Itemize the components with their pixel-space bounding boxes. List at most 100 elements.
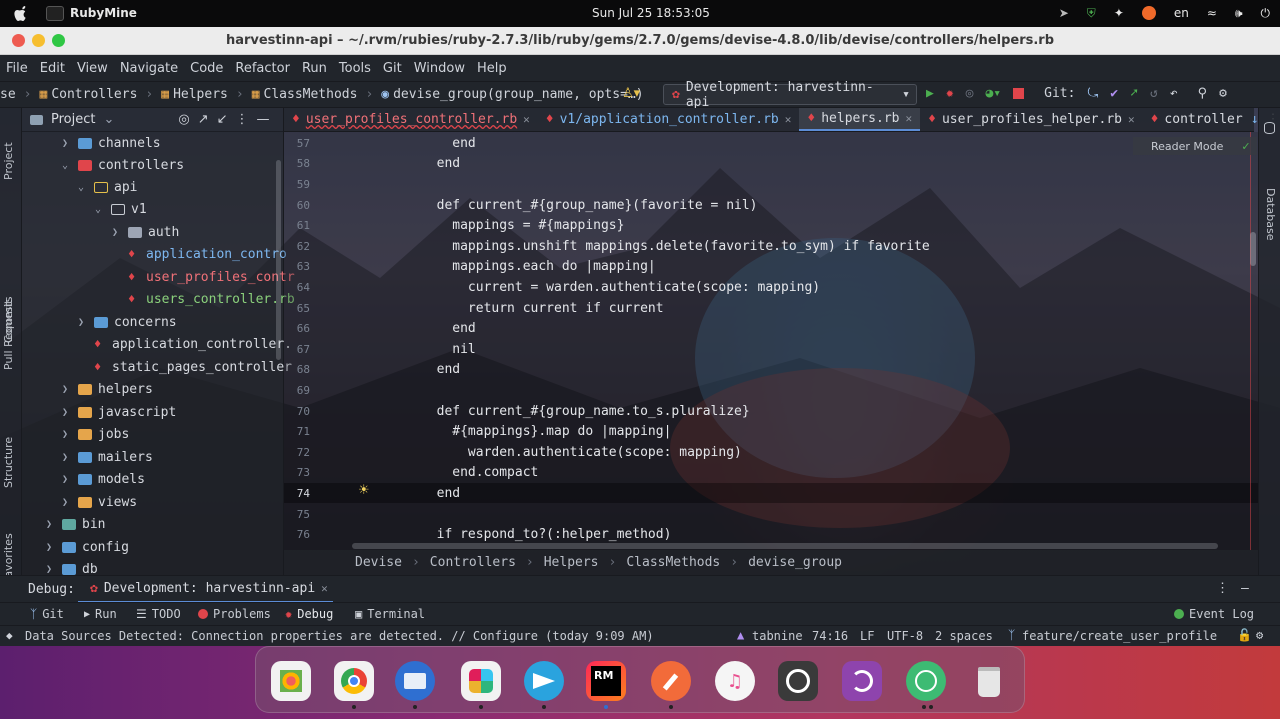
git-push-icon[interactable]: ➚ [1130,86,1138,101]
menu-file[interactable]: File [6,61,28,76]
menu-git[interactable]: Git [383,61,402,76]
menu-refactor[interactable]: Refactor [235,61,290,76]
tree-item-controllers[interactable]: ⌄ controllers [62,154,184,176]
tree-item-v1[interactable]: ⌄ v1 [95,198,147,220]
editor-horizontal-scrollbar[interactable] [352,543,1218,549]
breadcrumb-helpers[interactable]: Helpers [544,555,599,570]
chrome-icon[interactable] [334,661,374,701]
settings-icon[interactable]: ⚙ [1219,86,1227,101]
history-icon[interactable]: ↺ [1150,86,1158,101]
rollback-icon[interactable]: ↶ [1170,86,1178,101]
tree-item-application-controller-root[interactable]: ♦ application_controller. [94,333,292,355]
itunes-icon[interactable]: ♫ [715,661,755,701]
run-configuration-select[interactable]: ✿ Development: harvestinn-api ▾ [663,80,917,110]
wifi-icon[interactable]: ≈ [1207,6,1217,20]
active-app-name[interactable]: RubyMine [70,6,137,20]
tree-item-auth[interactable]: ❯ auth [112,221,179,243]
rubymine-icon[interactable]: RM [586,661,626,701]
nav-crumb-helpers[interactable]: ▦ Helpers [161,87,228,102]
status-message[interactable]: Data Sources Detected: Connection proper… [25,629,654,643]
structure-tool-button[interactable]: Structure [2,437,15,488]
expand-all-icon[interactable]: ↗ [198,112,209,127]
breadcrumb-classmethods[interactable]: ClassMethods [626,555,720,570]
close-icon[interactable]: ✕ [906,112,913,125]
memory-icon[interactable]: ⚙ [1256,628,1263,642]
podcast-icon[interactable] [842,661,882,701]
git-branch[interactable]: feature/create_user_profile [1022,629,1217,643]
avast-icon[interactable] [1141,6,1156,20]
code-editor[interactable]: 57 58 59 60 61 62 63 64 65 66 67 68 69 7… [284,132,1258,550]
menu-navigate[interactable]: Navigate [120,61,178,76]
menu-window[interactable]: Window [414,61,465,76]
git-commit-icon[interactable]: ✔ [1110,86,1118,101]
tab-controller[interactable]: ♦ controller [1143,108,1251,131]
line-gutter[interactable]: 57 58 59 60 61 62 63 64 65 66 67 68 69 7… [284,132,350,550]
caret-position[interactable]: 74:16 [812,629,848,643]
tab-helpers[interactable]: ♦ helpers.rb ✕ [799,108,921,131]
tree-scrollbar[interactable] [276,160,281,360]
project-view-select[interactable]: Project [51,112,95,127]
breadcrumb-devise[interactable]: Devise [355,555,402,570]
nav-crumb-classmethods[interactable]: ▦ ClassMethods [252,87,358,102]
hide-icon[interactable]: — [257,112,270,127]
postman-icon[interactable] [651,661,691,701]
close-icon[interactable]: ✕ [1128,113,1135,126]
search-icon[interactable]: ⚲ [1198,86,1208,101]
tree-item-mailers[interactable]: ❯ mailers [62,446,153,468]
tree-item-javascript[interactable]: ❯ javascript [62,401,176,423]
nav-crumb-method[interactable]: ◉ devise_group(group_name, opts=…) [381,87,643,102]
options-icon[interactable]: ⋮ [236,112,249,127]
atom-icon[interactable] [906,661,946,701]
menu-tools[interactable]: Tools [339,61,371,76]
tree-item-bin[interactable]: ❯ bin [46,513,105,535]
slack-icon[interactable] [461,661,501,701]
tree-item-api[interactable]: ⌄ api [78,176,137,198]
close-icon[interactable]: ✕ [321,582,328,595]
indent-setting[interactable]: 2 spaces [935,629,993,643]
tree-item-users-controller[interactable]: ♦ users_controller.rb [128,288,295,310]
debug-icon[interactable]: ✹ [946,86,954,101]
volume-icon[interactable]: 🕪 [1235,6,1243,21]
nav-crumb-controllers[interactable]: ▦ Controllers [39,87,137,102]
lock-icon[interactable]: 🔓 [1237,628,1252,642]
timer-icon[interactable] [778,661,818,701]
run-icon[interactable]: ▶ [926,86,934,101]
tree-item-jobs[interactable]: ❯ jobs [62,423,129,445]
tree-item-concerns[interactable]: ❯ concerns [78,311,177,333]
trash-icon[interactable] [969,661,1009,701]
menu-view[interactable]: View [77,61,108,76]
tree-item-config[interactable]: ❯ config [46,536,129,558]
tree-item-channels[interactable]: ❯ channels [62,132,161,154]
menu-edit[interactable]: Edit [40,61,65,76]
power-icon[interactable]: ⏻ [1261,6,1271,21]
profile-icon[interactable]: ◕▾ [985,86,1001,101]
thunderbird-icon[interactable] [395,661,435,701]
hide-icon[interactable]: — [1241,581,1249,596]
toolwindow-problems[interactable]: Problems [198,607,271,621]
project-tool-button[interactable]: Project [2,142,15,180]
git-update-icon[interactable]: ⤿ [1087,86,1098,101]
tabnine-status[interactable]: tabnine [752,629,803,643]
toolwindow-terminal[interactable]: ▣ Terminal [355,607,425,621]
toolwindow-git[interactable]: ᛉ Git [30,607,64,621]
database-tool-button[interactable]: Database [1264,188,1277,241]
close-icon[interactable]: ✕ [785,113,792,126]
tree-item-helpers[interactable]: ❯ helpers [62,378,153,400]
debug-session-tab[interactable]: ✿ Development: harvestinn-api ✕ [78,576,333,603]
clock[interactable]: Sun Jul 25 18:53:05 [592,6,710,20]
menu-code[interactable]: Code [190,61,223,76]
reader-mode-toggle[interactable]: Reader Mode ✓ [1133,137,1257,155]
tab-v1-application-controller[interactable]: ♦ v1/application_controller.rb ✕ [538,108,800,131]
telegram-icon[interactable] [524,661,564,701]
tree-item-models[interactable]: ❯ models [62,468,145,490]
menu-help[interactable]: Help [477,61,507,76]
toolwindow-debug[interactable]: ✹ Debug [285,607,333,621]
pull-requests-tool-button[interactable]: Pull Requests [2,297,15,370]
line-separator[interactable]: LF [860,629,874,643]
input-language[interactable]: en [1174,6,1189,20]
lightbulb-icon[interactable]: ☀ [358,483,370,498]
file-encoding[interactable]: UTF-8 [887,629,923,643]
tab-user-profiles-helper[interactable]: ♦ user_profiles_helper.rb ✕ [920,108,1142,131]
close-icon[interactable]: ✕ [523,113,530,126]
launchpad-icon[interactable] [271,661,311,701]
